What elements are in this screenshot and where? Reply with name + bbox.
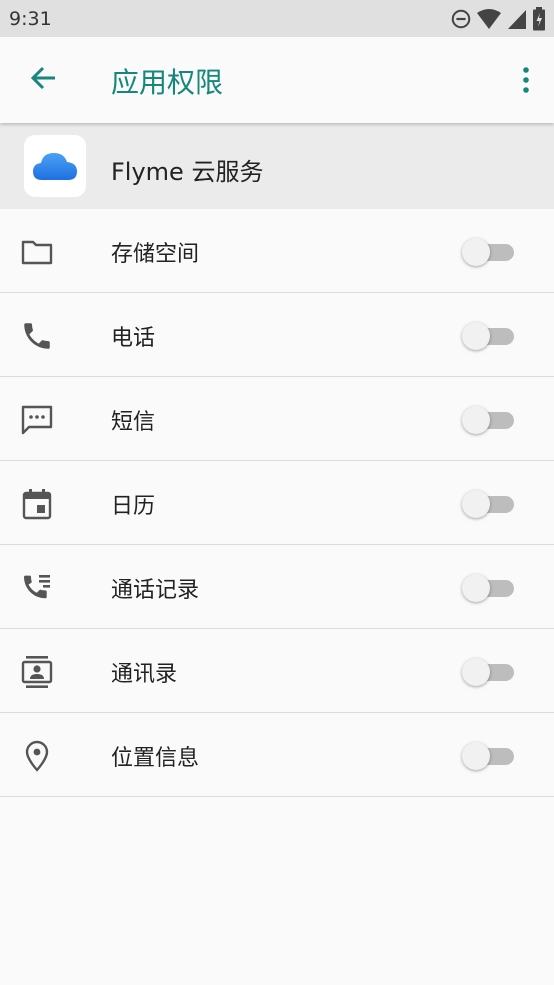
app-icon — [24, 135, 86, 197]
cellular-signal-icon — [508, 10, 526, 29]
permission-toggle-contacts[interactable] — [462, 657, 514, 686]
do-not-disturb-icon — [451, 9, 471, 29]
permission-toggle-storage[interactable] — [462, 237, 514, 266]
location-icon — [25, 740, 49, 772]
permission-row-sms[interactable]: 短信 — [0, 377, 554, 461]
app-name: Flyme 云服务 — [111, 158, 264, 186]
permission-toggle-call-log[interactable] — [462, 573, 514, 602]
phone-icon — [24, 323, 50, 349]
permission-label: 日历 — [111, 494, 156, 519]
back-arrow-icon[interactable] — [26, 60, 62, 96]
permission-toggle-location[interactable] — [462, 741, 514, 770]
permission-label: 存储空间 — [111, 242, 200, 267]
call-log-icon — [24, 575, 50, 599]
app-header: Flyme 云服务 — [0, 123, 554, 209]
permission-row-call-log[interactable]: 通话记录 — [0, 545, 554, 629]
status-bar: 9:31 — [0, 0, 554, 37]
page-title: 应用权限 — [111, 66, 224, 99]
permission-list: 存储空间 电话 短信 日历 通话记录 通讯录 位置信息 — [0, 209, 554, 797]
permission-label: 通讯录 — [111, 662, 178, 687]
permission-label: 短信 — [111, 410, 156, 435]
contacts-icon — [21, 656, 53, 688]
permission-label: 通话记录 — [111, 578, 200, 603]
battery-charging-icon — [533, 7, 545, 31]
permission-row-phone[interactable]: 电话 — [0, 293, 554, 377]
status-icons — [450, 7, 546, 31]
app-bar: 应用权限 — [0, 37, 554, 123]
permission-row-calendar[interactable]: 日历 — [0, 461, 554, 545]
permission-row-location[interactable]: 位置信息 — [0, 713, 554, 797]
calendar-icon — [22, 489, 52, 520]
status-time: 9:31 — [9, 8, 52, 30]
permission-toggle-calendar[interactable] — [462, 489, 514, 518]
cloud-icon — [33, 153, 77, 180]
permission-label: 电话 — [111, 326, 156, 351]
permission-row-storage[interactable]: 存储空间 — [0, 209, 554, 293]
permission-row-contacts[interactable]: 通讯录 — [0, 629, 554, 713]
more-options-icon[interactable] — [518, 63, 534, 97]
permission-label: 位置信息 — [111, 746, 200, 771]
wifi-icon — [477, 9, 501, 29]
folder-icon — [21, 240, 53, 265]
sms-icon — [21, 405, 53, 435]
permission-toggle-sms[interactable] — [462, 405, 514, 434]
permission-toggle-phone[interactable] — [462, 321, 514, 350]
